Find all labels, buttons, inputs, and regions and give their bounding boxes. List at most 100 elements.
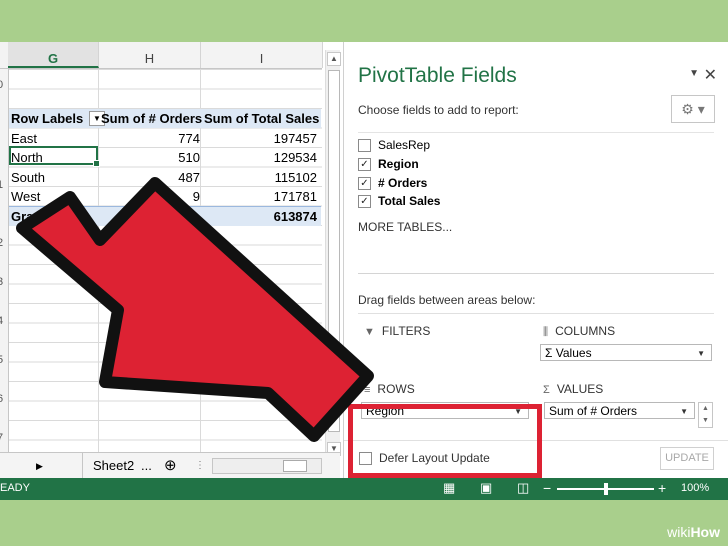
row-number[interactable]: 0 <box>0 79 3 91</box>
row-labels-header[interactable]: Row Labels <box>11 111 83 126</box>
sum-orders-header[interactable]: Sum of # Orders <box>101 111 202 126</box>
pivot-fields-pane: PivotTable Fields ▼ ✕ Choose fields to a… <box>343 42 728 478</box>
sum-sales-header[interactable]: Sum of Total Sales <box>204 111 319 126</box>
more-sheets-button[interactable]: ... <box>141 458 152 473</box>
orders-value: 487 <box>178 170 200 185</box>
status-ready: EADY <box>0 482 30 494</box>
area-title: FILTERS <box>381 324 431 338</box>
values-sum-orders-dropdown[interactable]: Sum of # Orders ▼ <box>544 402 695 419</box>
field-label: Total Sales <box>378 194 441 208</box>
pane-title: PivotTable Fields <box>358 64 517 87</box>
field-label: # Orders <box>378 176 428 190</box>
logo-prefix: wiki <box>667 524 691 540</box>
area-title: COLUMNS <box>555 324 616 338</box>
pane-options-icon[interactable]: ▼ <box>689 68 699 79</box>
active-cell-outline <box>9 146 100 167</box>
checkbox-checked[interactable]: ✓ <box>358 158 371 172</box>
status-bar: EADY ▦ ▣ ◫ − + 100% <box>0 478 728 500</box>
field-list: SalesRep ✓ Region ✓ # Orders ✓ Total Sales … <box>358 132 714 274</box>
row-number[interactable]: 2 <box>0 237 3 249</box>
checkbox[interactable] <box>359 452 372 466</box>
area-title: VALUES <box>556 382 604 396</box>
grand-total-label: Grand Total <box>11 209 83 224</box>
normal-view-icon[interactable]: ▦ <box>443 480 455 496</box>
next-sheet-icon[interactable]: ▶ <box>36 461 43 472</box>
horizontal-scrollbar[interactable] <box>212 458 322 474</box>
field-region[interactable]: ✓ Region <box>358 157 419 172</box>
dropdown-value: Sum of # Orders <box>549 404 638 418</box>
orders-value: 774 <box>178 131 200 146</box>
chevron-down-icon[interactable]: ▼ <box>514 403 522 420</box>
vertical-scrollbar[interactable]: ▲ ▼ <box>325 50 341 458</box>
row-number[interactable]: 7 <box>0 432 3 444</box>
grand-total-sales: 613874 <box>273 209 317 224</box>
rows-region-dropdown[interactable]: Region ▼ <box>361 402 529 419</box>
orders-value: 9 <box>192 189 200 204</box>
values-scroll-icon[interactable]: ▲ ▼ <box>698 402 713 428</box>
column-header-h[interactable]: H <box>99 42 201 68</box>
columns-area-label: ⫼ COLUMNS <box>543 324 615 339</box>
row-label: South <box>11 170 45 185</box>
close-icon[interactable]: ✕ <box>704 65 717 85</box>
checkbox[interactable] <box>358 139 371 153</box>
row-number[interactable]: 1 <box>0 179 3 191</box>
row-label: East <box>11 131 38 146</box>
checkbox-checked[interactable]: ✓ <box>358 195 371 209</box>
page-break-view-icon[interactable]: ◫ <box>517 480 529 496</box>
dropdown-value: Values <box>555 346 592 360</box>
defer-layout-update-checkbox[interactable]: Defer Layout Update <box>359 451 490 466</box>
zoom-out-button[interactable]: − <box>543 480 551 496</box>
sheet-tab-bar: ▶ Sheet2 ... ⊕ ⋮ <box>0 452 340 479</box>
filter-icon: ▼ <box>364 326 375 338</box>
field-orders[interactable]: ✓ # Orders <box>358 176 428 191</box>
checkbox-checked[interactable]: ✓ <box>358 177 371 191</box>
column-header-i[interactable]: I <box>201 42 323 68</box>
chevron-down-icon[interactable]: ▼ <box>697 345 705 362</box>
dropdown-value: Region <box>366 404 405 418</box>
grand-total-row[interactable]: Grand Total 613874 <box>9 206 321 226</box>
pane-footer: Defer Layout Update UPDATE <box>344 440 728 477</box>
field-label: SalesRep <box>378 138 431 152</box>
more-tables-link[interactable]: MORE TABLES... <box>358 220 452 234</box>
field-label: Region <box>378 157 419 171</box>
area-title: ROWS <box>377 382 415 396</box>
row-number[interactable]: 3 <box>0 276 3 288</box>
zoom-level[interactable]: 100% <box>681 482 709 494</box>
divider <box>358 313 714 314</box>
column-header-g[interactable]: G <box>8 42 99 68</box>
gear-icon[interactable]: ⚙ ▾ <box>671 95 715 123</box>
sigma-icon: Σ <box>543 384 550 396</box>
columns-icon: ⫼ <box>543 326 549 338</box>
sales-value: 197457 <box>273 131 317 146</box>
sheet-tab-sheet2[interactable]: Sheet2 <box>93 458 134 473</box>
update-button[interactable]: UPDATE <box>660 447 714 470</box>
sigma-icon: Σ <box>545 346 556 360</box>
chevron-down-icon[interactable]: ▼ <box>680 403 688 420</box>
filters-area-label: ▼ FILTERS <box>364 324 430 338</box>
orders-value: 510 <box>178 150 200 165</box>
sales-value: 115102 <box>274 170 317 185</box>
field-total-sales[interactable]: ✓ Total Sales <box>358 194 441 209</box>
table-row[interactable]: West 9 171781 <box>9 187 321 206</box>
logo-suffix: How <box>690 524 720 540</box>
row-number[interactable]: 4 <box>0 315 3 327</box>
zoom-slider-handle[interactable] <box>604 483 608 495</box>
scroll-thumb[interactable] <box>283 460 307 472</box>
pivot-header-row: Row Labels ▼ Sum of # Orders Sum of Tota… <box>9 109 321 128</box>
scroll-up-icon[interactable]: ▲ <box>327 52 341 66</box>
table-row[interactable]: South 487 115102 <box>9 168 321 187</box>
sales-value: 129534 <box>273 150 317 165</box>
row-number[interactable]: 6 <box>0 393 3 405</box>
page-layout-view-icon[interactable]: ▣ <box>480 480 492 496</box>
add-sheet-icon[interactable]: ⊕ <box>164 456 177 474</box>
scroll-dots-icon: ⋮ <box>195 460 205 471</box>
wikihow-logo: wikiHow <box>667 524 720 540</box>
scroll-thumb[interactable] <box>328 70 340 432</box>
field-salesrep[interactable]: SalesRep <box>358 138 431 153</box>
columns-values-dropdown[interactable]: Σ Values ▼ <box>540 344 712 361</box>
row-number[interactable]: 5 <box>0 354 3 366</box>
zoom-in-button[interactable]: + <box>658 480 666 496</box>
row-number-bar: 0 1 2 3 4 5 6 7 <box>0 69 9 469</box>
divider <box>82 453 83 479</box>
choose-fields-label: Choose fields to add to report: <box>358 103 519 117</box>
